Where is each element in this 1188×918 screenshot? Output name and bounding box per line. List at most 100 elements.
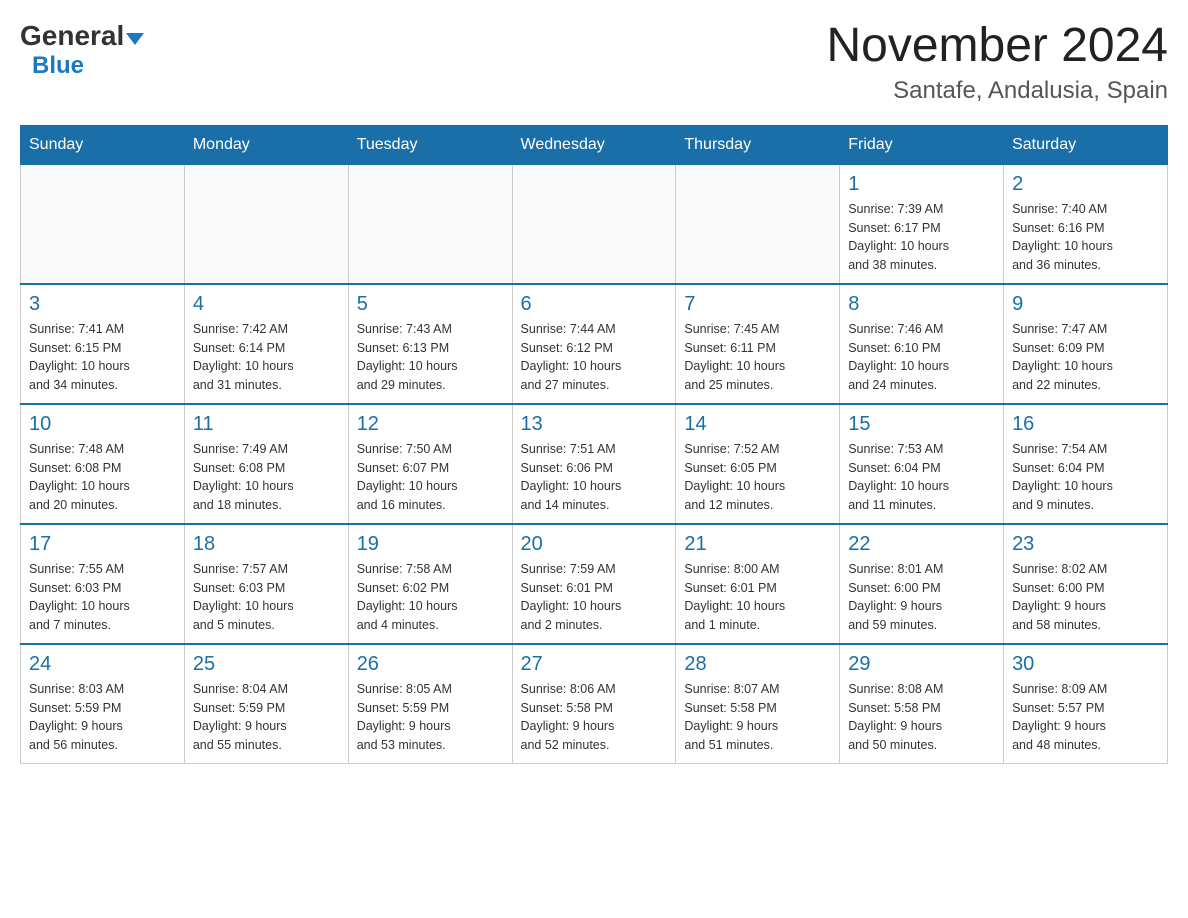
logo-general-text: General [20, 20, 124, 52]
day-number: 10 [29, 413, 176, 436]
calendar-title: November 2024 [826, 20, 1168, 73]
day-number: 5 [357, 293, 504, 316]
day-number: 7 [684, 293, 831, 316]
day-info: Sunrise: 8:09 AM Sunset: 5:57 PM Dayligh… [1012, 680, 1159, 755]
day-info: Sunrise: 8:08 AM Sunset: 5:58 PM Dayligh… [848, 680, 995, 755]
table-row: 17 Sunrise: 7:55 AM Sunset: 6:03 PM Dayli… [21, 524, 185, 644]
day-number: 19 [357, 533, 504, 556]
day-number: 15 [848, 413, 995, 436]
table-row [676, 164, 840, 284]
table-row: 14 Sunrise: 7:52 AM Sunset: 6:05 PM Dayli… [676, 404, 840, 524]
day-info: Sunrise: 7:48 AM Sunset: 6:08 PM Dayligh… [29, 440, 176, 515]
day-number: 8 [848, 293, 995, 316]
table-row: 11 Sunrise: 7:49 AM Sunset: 6:08 PM Dayli… [184, 404, 348, 524]
day-number: 1 [848, 173, 995, 196]
day-number: 25 [193, 653, 340, 676]
table-row: 10 Sunrise: 7:48 AM Sunset: 6:08 PM Dayli… [21, 404, 185, 524]
table-row: 30 Sunrise: 8:09 AM Sunset: 5:57 PM Dayli… [1004, 644, 1168, 764]
day-info: Sunrise: 8:00 AM Sunset: 6:01 PM Dayligh… [684, 560, 831, 635]
day-info: Sunrise: 8:05 AM Sunset: 5:59 PM Dayligh… [357, 680, 504, 755]
day-info: Sunrise: 7:45 AM Sunset: 6:11 PM Dayligh… [684, 320, 831, 395]
day-info: Sunrise: 7:59 AM Sunset: 6:01 PM Dayligh… [521, 560, 668, 635]
day-number: 12 [357, 413, 504, 436]
day-info: Sunrise: 7:46 AM Sunset: 6:10 PM Dayligh… [848, 320, 995, 395]
calendar-week-row: 3Sunrise: 7:41 AM Sunset: 6:15 PM Daylig… [21, 284, 1168, 404]
day-number: 22 [848, 533, 995, 556]
day-number: 24 [29, 653, 176, 676]
day-number: 21 [684, 533, 831, 556]
table-row: 25 Sunrise: 8:04 AM Sunset: 5:59 PM Dayli… [184, 644, 348, 764]
day-info: Sunrise: 7:49 AM Sunset: 6:08 PM Dayligh… [193, 440, 340, 515]
day-info: Sunrise: 7:42 AM Sunset: 6:14 PM Dayligh… [193, 320, 340, 395]
col-thursday: Thursday [676, 125, 840, 164]
day-info: Sunrise: 8:01 AM Sunset: 6:00 PM Dayligh… [848, 560, 995, 635]
calendar-week-row: 10 Sunrise: 7:48 AM Sunset: 6:08 PM Dayli… [21, 404, 1168, 524]
day-number: 9 [1012, 293, 1159, 316]
calendar-header-row: Sunday Monday Tuesday Wednesday Thursday… [21, 125, 1168, 164]
table-row: 21 Sunrise: 8:00 AM Sunset: 6:01 PM Dayli… [676, 524, 840, 644]
day-info: Sunrise: 7:53 AM Sunset: 6:04 PM Dayligh… [848, 440, 995, 515]
day-number: 29 [848, 653, 995, 676]
day-number: 14 [684, 413, 831, 436]
calendar-week-row: 17 Sunrise: 7:55 AM Sunset: 6:03 PM Dayli… [21, 524, 1168, 644]
table-row: 2 Sunrise: 7:40 AM Sunset: 6:16 PM Daylig… [1004, 164, 1168, 284]
day-info: Sunrise: 7:58 AM Sunset: 6:02 PM Dayligh… [357, 560, 504, 635]
day-number: 26 [357, 653, 504, 676]
table-row: 9 Sunrise: 7:47 AM Sunset: 6:09 PM Daylig… [1004, 284, 1168, 404]
logo-blue-text: Blue [32, 52, 84, 80]
day-number: 27 [521, 653, 668, 676]
table-row: 19 Sunrise: 7:58 AM Sunset: 6:02 PM Dayli… [348, 524, 512, 644]
logo-triangle-icon [126, 33, 144, 45]
col-sunday: Sunday [21, 125, 185, 164]
table-row: 18 Sunrise: 7:57 AM Sunset: 6:03 PM Dayli… [184, 524, 348, 644]
day-number: 11 [193, 413, 340, 436]
table-row: 27Sunrise: 8:06 AM Sunset: 5:58 PM Dayli… [512, 644, 676, 764]
day-number: 6 [521, 293, 668, 316]
day-number: 13 [521, 413, 668, 436]
table-row: 20 Sunrise: 7:59 AM Sunset: 6:01 PM Dayli… [512, 524, 676, 644]
calendar-table: Sunday Monday Tuesday Wednesday Thursday… [20, 125, 1168, 764]
table-row: 28Sunrise: 8:07 AM Sunset: 5:58 PM Dayli… [676, 644, 840, 764]
table-row [184, 164, 348, 284]
logo: General Blue [20, 20, 146, 80]
day-info: Sunrise: 8:04 AM Sunset: 5:59 PM Dayligh… [193, 680, 340, 755]
col-saturday: Saturday [1004, 125, 1168, 164]
day-info: Sunrise: 7:44 AM Sunset: 6:12 PM Dayligh… [521, 320, 668, 395]
table-row: 23 Sunrise: 8:02 AM Sunset: 6:00 PM Dayli… [1004, 524, 1168, 644]
table-row: 12 Sunrise: 7:50 AM Sunset: 6:07 PM Dayli… [348, 404, 512, 524]
day-info: Sunrise: 7:57 AM Sunset: 6:03 PM Dayligh… [193, 560, 340, 635]
day-info: Sunrise: 7:47 AM Sunset: 6:09 PM Dayligh… [1012, 320, 1159, 395]
calendar-week-row: 24Sunrise: 8:03 AM Sunset: 5:59 PM Dayli… [21, 644, 1168, 764]
day-info: Sunrise: 8:07 AM Sunset: 5:58 PM Dayligh… [684, 680, 831, 755]
day-number: 23 [1012, 533, 1159, 556]
day-info: Sunrise: 7:52 AM Sunset: 6:05 PM Dayligh… [684, 440, 831, 515]
day-number: 30 [1012, 653, 1159, 676]
table-row: 15 Sunrise: 7:53 AM Sunset: 6:04 PM Dayli… [840, 404, 1004, 524]
day-info: Sunrise: 7:55 AM Sunset: 6:03 PM Dayligh… [29, 560, 176, 635]
table-row: 8 Sunrise: 7:46 AM Sunset: 6:10 PM Daylig… [840, 284, 1004, 404]
calendar-week-row: 1Sunrise: 7:39 AM Sunset: 6:17 PM Daylig… [21, 164, 1168, 284]
table-row [512, 164, 676, 284]
day-info: Sunrise: 7:40 AM Sunset: 6:16 PM Dayligh… [1012, 200, 1159, 275]
day-info: Sunrise: 7:51 AM Sunset: 6:06 PM Dayligh… [521, 440, 668, 515]
table-row: 24Sunrise: 8:03 AM Sunset: 5:59 PM Dayli… [21, 644, 185, 764]
day-number: 18 [193, 533, 340, 556]
table-row: 29 Sunrise: 8:08 AM Sunset: 5:58 PM Dayli… [840, 644, 1004, 764]
day-number: 2 [1012, 173, 1159, 196]
day-number: 17 [29, 533, 176, 556]
day-number: 3 [29, 293, 176, 316]
table-row: 3Sunrise: 7:41 AM Sunset: 6:15 PM Daylig… [21, 284, 185, 404]
day-info: Sunrise: 8:02 AM Sunset: 6:00 PM Dayligh… [1012, 560, 1159, 635]
table-row: 13 Sunrise: 7:51 AM Sunset: 6:06 PM Dayli… [512, 404, 676, 524]
table-row: 7 Sunrise: 7:45 AM Sunset: 6:11 PM Daylig… [676, 284, 840, 404]
table-row: 26 Sunrise: 8:05 AM Sunset: 5:59 PM Dayli… [348, 644, 512, 764]
table-row: 1Sunrise: 7:39 AM Sunset: 6:17 PM Daylig… [840, 164, 1004, 284]
table-row: 16Sunrise: 7:54 AM Sunset: 6:04 PM Dayli… [1004, 404, 1168, 524]
col-monday: Monday [184, 125, 348, 164]
day-number: 20 [521, 533, 668, 556]
table-row [348, 164, 512, 284]
col-friday: Friday [840, 125, 1004, 164]
calendar-subtitle: Santafe, Andalusia, Spain [826, 77, 1168, 105]
day-info: Sunrise: 7:50 AM Sunset: 6:07 PM Dayligh… [357, 440, 504, 515]
title-block: November 2024 Santafe, Andalusia, Spain [826, 20, 1168, 105]
